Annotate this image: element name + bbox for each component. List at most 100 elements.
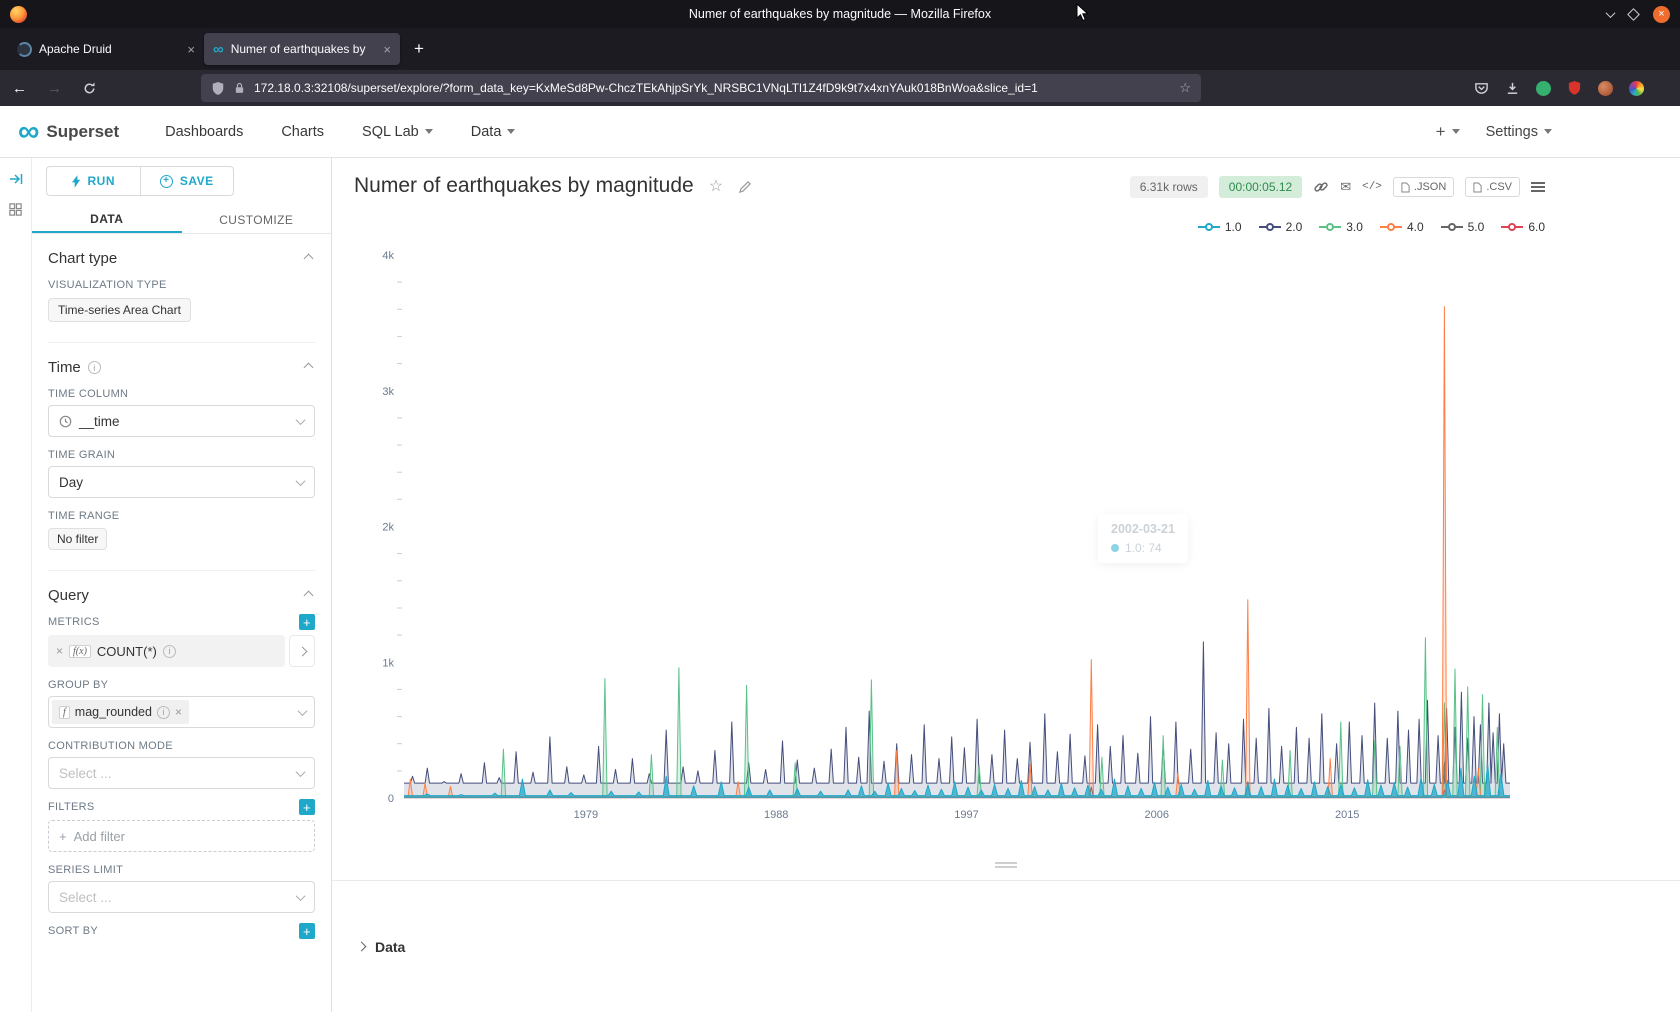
reload-button[interactable] xyxy=(82,81,97,96)
plus-circle-icon: + xyxy=(160,175,173,188)
section-time-header[interactable]: Time i xyxy=(48,343,315,376)
ublock-shield-icon[interactable] xyxy=(1567,80,1582,96)
tab-superset-explore[interactable]: ∞ Numer of earthquakes by × xyxy=(204,33,400,65)
superset-logo-icon[interactable]: ∞ xyxy=(18,121,39,143)
legend-item[interactable]: 4.0 xyxy=(1380,220,1424,234)
remove-groupby-icon[interactable]: × xyxy=(175,705,182,719)
function-badge: f(x) xyxy=(69,645,91,658)
url-text[interactable]: 172.18.0.3:32108/superset/explore/?form_… xyxy=(254,81,1171,95)
bolt-icon xyxy=(72,175,81,188)
control-panel: RUN + SAVE DATA CUSTOMIZE Chart type VIS… xyxy=(32,158,332,1012)
chevron-up-icon xyxy=(304,363,314,373)
window-maximize-icon[interactable] xyxy=(1627,8,1640,21)
remove-metric-icon[interactable]: × xyxy=(56,644,63,658)
email-share-button[interactable]: ✉ xyxy=(1340,179,1351,195)
section-time: Time i TIME COLUMN __time TIME GRAIN Day… xyxy=(48,343,315,571)
legend-item[interactable]: 6.0 xyxy=(1501,220,1545,234)
embed-code-button[interactable]: </> xyxy=(1362,181,1382,193)
extension-icon[interactable] xyxy=(1598,81,1613,96)
metric-chip[interactable]: × f(x) COUNT(*) i xyxy=(48,635,285,667)
legend-item[interactable]: 5.0 xyxy=(1441,220,1485,234)
chart-menu-button[interactable] xyxy=(1531,182,1545,192)
add-filter-plus-button[interactable]: + xyxy=(299,799,315,815)
svg-text:1k: 1k xyxy=(382,657,394,669)
expand-datasource-panel-icon[interactable] xyxy=(8,171,24,187)
dataset-grid-icon[interactable] xyxy=(8,202,23,217)
tab-close-icon[interactable]: × xyxy=(383,42,391,57)
bookmark-star-icon[interactable]: ☆ xyxy=(1179,80,1191,96)
chevron-down-icon xyxy=(296,767,306,777)
add-metric-button[interactable]: + xyxy=(299,614,315,630)
back-button[interactable]: ← xyxy=(12,80,27,97)
nav-data[interactable]: Data xyxy=(471,124,516,140)
browser-tabbar: Apache Druid × ∞ Numer of earthquakes by… xyxy=(0,28,1680,70)
nav-dashboards[interactable]: Dashboards xyxy=(165,124,243,140)
viz-type-chip[interactable]: Time-series Area Chart xyxy=(48,298,191,322)
time-range-chip[interactable]: No filter xyxy=(48,528,107,550)
url-bar[interactable]: 172.18.0.3:32108/superset/explore/?form_… xyxy=(201,74,1201,102)
tab-apache-druid[interactable]: Apache Druid × xyxy=(8,33,204,65)
legend-item[interactable]: 2.0 xyxy=(1259,220,1303,234)
chevron-down-icon xyxy=(298,706,308,716)
query-timer-badge: 00:00:05.12 xyxy=(1219,176,1302,198)
tab-data[interactable]: DATA xyxy=(32,206,182,233)
pocket-icon[interactable] xyxy=(1474,81,1489,96)
copy-link-button[interactable] xyxy=(1313,179,1329,195)
download-json-button[interactable]: .JSON xyxy=(1393,177,1454,197)
tab-customize[interactable]: CUSTOMIZE xyxy=(182,206,332,233)
data-panel-label: Data xyxy=(375,939,405,955)
window-close-button[interactable]: × xyxy=(1653,6,1670,23)
new-item-menu[interactable]: + xyxy=(1436,122,1460,142)
lock-icon[interactable] xyxy=(233,81,246,95)
time-grain-label: TIME GRAIN xyxy=(48,449,315,461)
tracking-protection-shield-icon[interactable] xyxy=(211,81,225,96)
series-limit-select[interactable]: Select ... xyxy=(48,881,315,913)
download-csv-button[interactable]: .CSV xyxy=(1465,177,1520,197)
downloads-icon[interactable] xyxy=(1505,81,1520,96)
extension-icon[interactable] xyxy=(1629,81,1644,96)
legend-item[interactable]: 3.0 xyxy=(1319,220,1363,234)
new-tab-button[interactable]: + xyxy=(404,34,434,64)
panel-tabs: DATA CUSTOMIZE xyxy=(32,206,331,234)
superset-brand[interactable]: Superset xyxy=(46,122,119,142)
browser-toolbar: ← → 172.18.0.3:32108/superset/explore/?f… xyxy=(0,70,1680,106)
add-filter-button[interactable]: + Add filter xyxy=(48,820,315,852)
column-badge: f xyxy=(59,706,70,719)
legend-item[interactable]: 1.0 xyxy=(1198,220,1242,234)
settings-menu[interactable]: Settings xyxy=(1486,124,1552,140)
edit-title-icon[interactable] xyxy=(738,179,753,194)
resize-handle[interactable] xyxy=(332,862,1680,868)
window-shade-icon[interactable] xyxy=(1606,8,1616,18)
section-chart-type-header[interactable]: Chart type xyxy=(48,234,315,267)
contribution-mode-select[interactable]: Select ... xyxy=(48,757,315,789)
screen: Numer of earthquakes by magnitude — Mozi… xyxy=(0,0,1680,1012)
run-button[interactable]: RUN xyxy=(46,166,140,196)
svg-text:2k: 2k xyxy=(382,522,394,534)
series-limit-label: SERIES LIMIT xyxy=(48,864,315,876)
chevron-right-icon xyxy=(357,942,367,952)
svg-text:0: 0 xyxy=(388,793,394,805)
save-button[interactable]: + SAVE xyxy=(140,166,235,196)
nav-charts[interactable]: Charts xyxy=(281,124,324,140)
caret-down-icon xyxy=(425,129,433,134)
timeseries-area-chart[interactable]: 01k2k3k4k19791988199720062015 xyxy=(332,245,1552,825)
viz-type-label: VISUALIZATION TYPE xyxy=(48,279,315,291)
forward-button[interactable]: → xyxy=(47,80,62,97)
group-by-select[interactable]: f mag_rounded i × xyxy=(48,696,315,728)
favorite-star-icon[interactable]: ☆ xyxy=(709,176,723,196)
legend-marker-icon xyxy=(1441,222,1463,232)
link-icon xyxy=(1313,179,1329,195)
add-sort-by-button[interactable]: + xyxy=(299,923,315,939)
tab-close-icon[interactable]: × xyxy=(187,42,195,57)
time-grain-select[interactable]: Day xyxy=(48,466,315,498)
legend-marker-icon xyxy=(1380,222,1402,232)
window-titlebar: Numer of earthquakes by magnitude — Mozi… xyxy=(0,0,1680,28)
time-column-label: TIME COLUMN xyxy=(48,388,315,400)
section-query-header[interactable]: Query xyxy=(48,571,315,604)
extension-icon[interactable] xyxy=(1536,81,1551,96)
data-panel[interactable]: Data xyxy=(332,880,1680,1012)
nav-sql-lab[interactable]: SQL Lab xyxy=(362,124,433,140)
time-column-select[interactable]: __time xyxy=(48,405,315,437)
metric-expand-button[interactable] xyxy=(289,635,315,667)
groupby-chip[interactable]: f mag_rounded i × xyxy=(52,700,189,724)
